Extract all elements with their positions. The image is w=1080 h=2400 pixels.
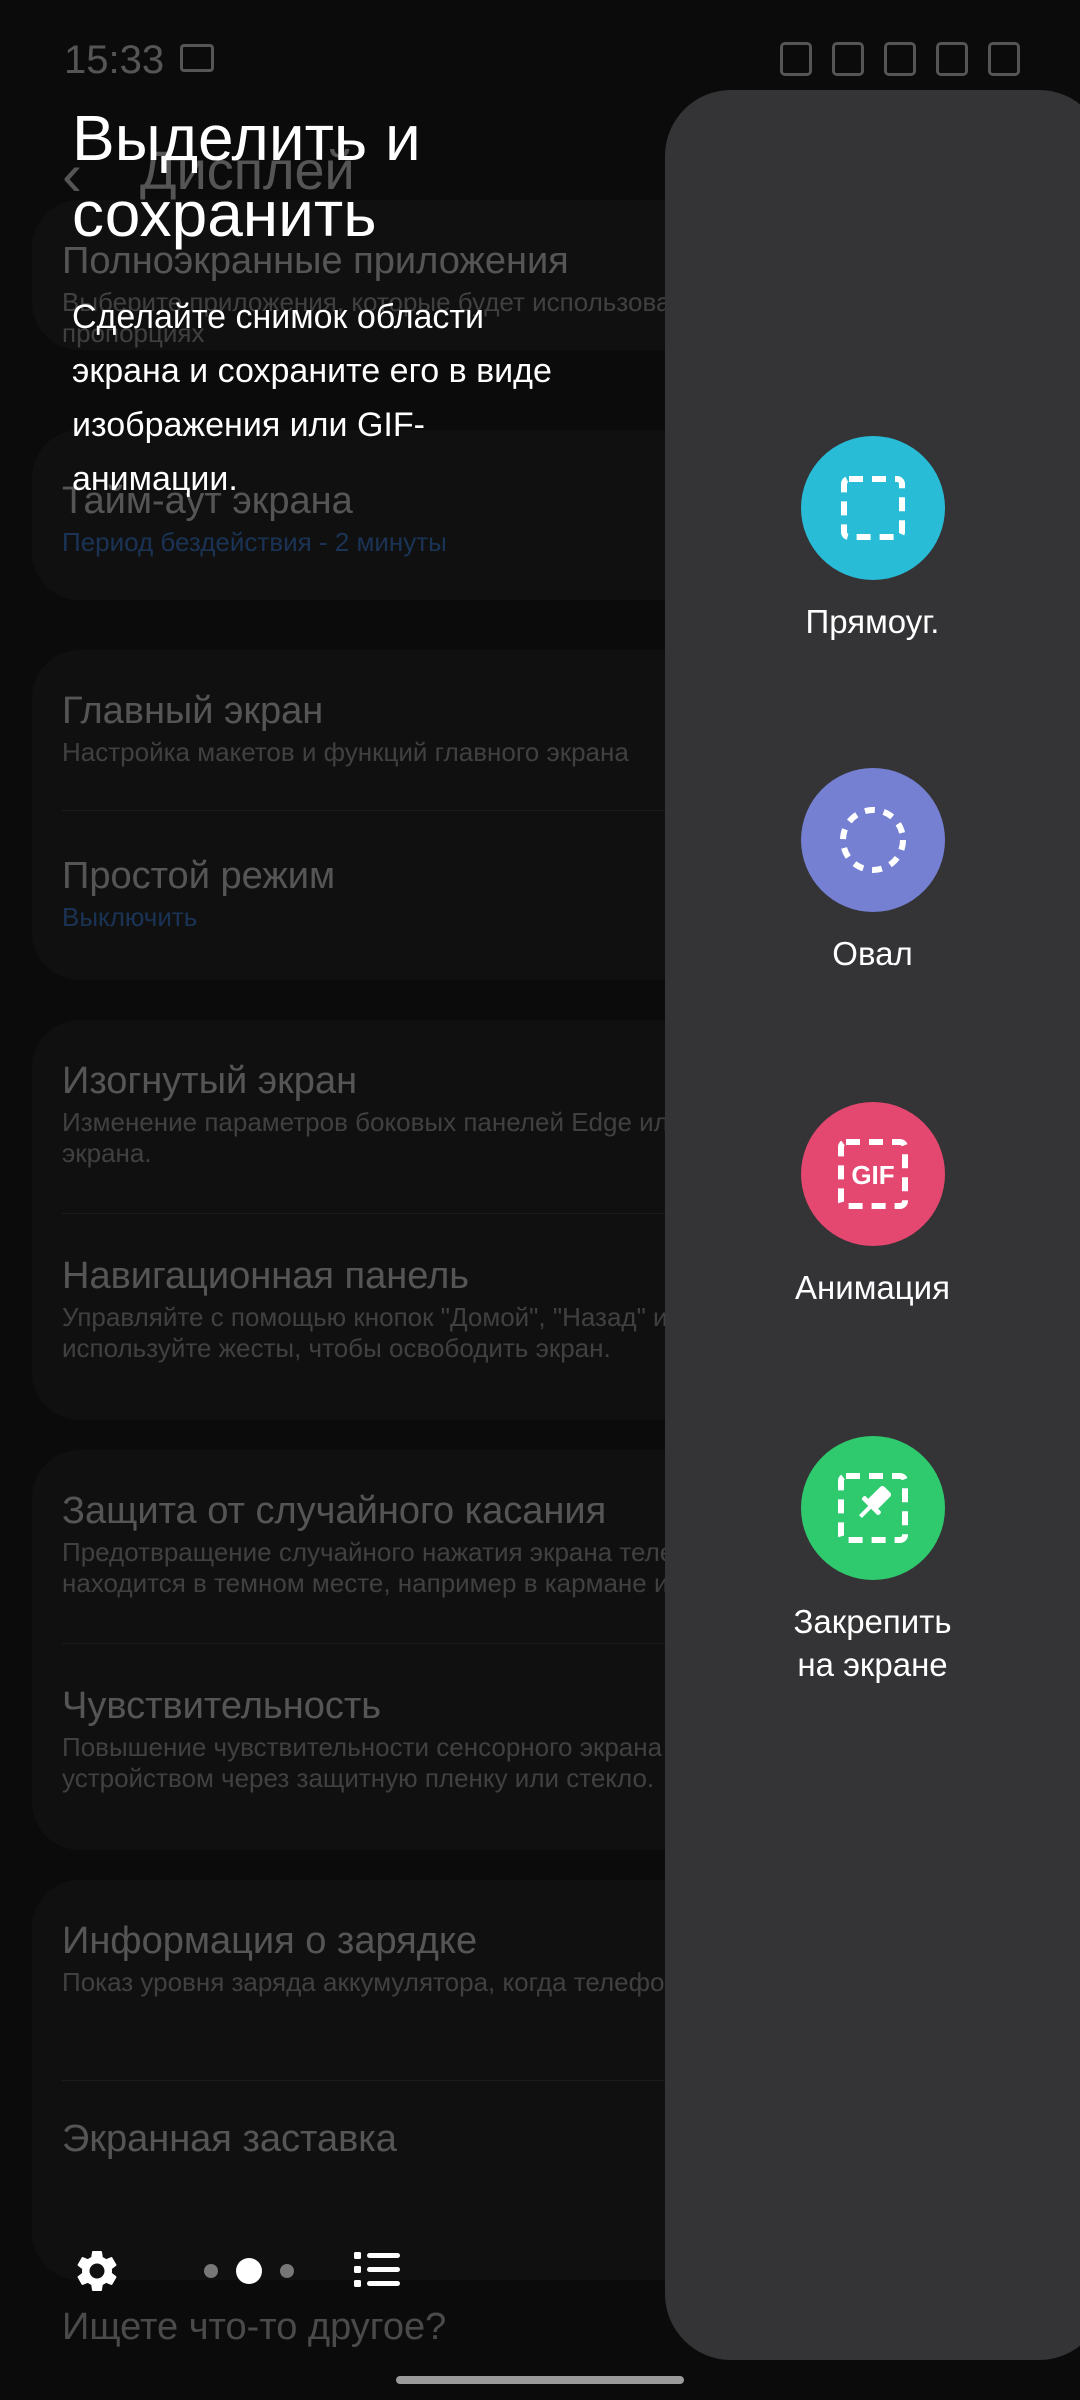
tool-label: Закрепить на экране <box>793 1603 952 1683</box>
rectangle-select-icon <box>840 476 905 540</box>
gallery-notification-icon <box>180 44 214 72</box>
page-indicator <box>204 2258 294 2284</box>
alarm-icon <box>780 42 812 76</box>
tool-label: Анимация <box>795 1269 950 1306</box>
oval-select-icon <box>839 807 906 873</box>
list-icon[interactable] <box>354 2250 400 2290</box>
tool-label: Прямоуг. <box>805 603 940 640</box>
pin-to-screen-icon <box>837 1473 908 1543</box>
signal-icon <box>936 42 968 76</box>
page-dot <box>280 2264 294 2278</box>
status-icons <box>780 42 1020 76</box>
status-time: 15:33 <box>64 38 165 82</box>
wifi-icon <box>884 42 916 76</box>
page-dot-active <box>236 2258 262 2284</box>
oval-select-button[interactable] <box>800 768 945 912</box>
gear-icon[interactable] <box>72 2246 122 2296</box>
gif-icon: GIF <box>837 1139 908 1209</box>
overlay-description: Сделайте снимок области экрана и сохрани… <box>72 298 552 498</box>
tool-animation[interactable]: GIF Анимация <box>665 1102 1080 1309</box>
gif-capture-button[interactable]: GIF <box>800 1102 945 1246</box>
battery-icon <box>988 42 1020 76</box>
rectangle-select-button[interactable] <box>800 436 945 580</box>
tool-oval[interactable]: Овал <box>665 768 1080 975</box>
smart-select-edge-panel: Прямоуг. Овал GIF Анимация Закрепить на … <box>665 90 1080 2360</box>
gif-icon-text: GIF <box>851 1160 894 1190</box>
mute-icon <box>832 42 864 76</box>
tool-label: Овал <box>832 935 913 972</box>
tool-rectangle[interactable]: Прямоуг. <box>665 436 1080 643</box>
pin-to-screen-button[interactable] <box>800 1436 945 1580</box>
looking-for-something-else[interactable]: Ищете что-то другое? <box>62 2306 446 2349</box>
home-gesture-bar[interactable] <box>396 2376 684 2384</box>
overlay-title: Выделить и сохранить <box>72 102 421 250</box>
tool-pin-to-screen[interactable]: Закрепить на экране <box>665 1436 1080 1686</box>
page-dot <box>204 2264 218 2278</box>
